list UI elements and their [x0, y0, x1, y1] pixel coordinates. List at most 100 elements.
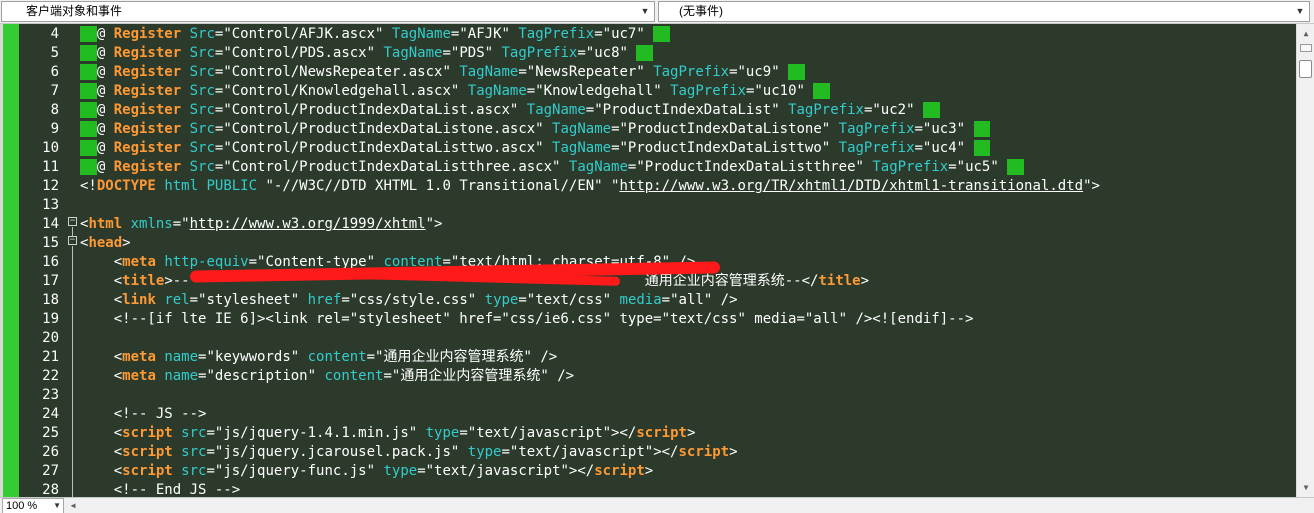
code-token: type: [425, 425, 460, 441]
code-token: =": [172, 216, 190, 232]
code-line[interactable]: <link rel="stylesheet" href="css/style.c…: [80, 291, 738, 310]
scroll-down-icon[interactable]: ▼: [1298, 479, 1314, 496]
code-token: %>: [1007, 159, 1025, 175]
line-number: 12: [42, 178, 59, 194]
code-line[interactable]: <%@ Register Src="Control/AFJK.ascx" Tag…: [80, 25, 671, 44]
client-objects-dropdown[interactable]: 客户端对象和事件 ▼: [1, 1, 655, 22]
code-token: Src: [189, 64, 215, 80]
code-token: <: [80, 463, 123, 479]
vertical-scrollbar[interactable]: ▲ ▼: [1296, 24, 1314, 497]
code-token: <!: [80, 178, 97, 194]
code-token: Src: [189, 121, 215, 137]
code-token: %>: [788, 64, 805, 80]
code-token: script: [678, 444, 730, 460]
code-line[interactable]: <script src="js/jquery-func.js" type="te…: [80, 462, 654, 481]
code-token: title: [818, 273, 861, 289]
code-token: @: [96, 64, 114, 80]
code-token: ="Control/ProductIndexDataListtwo.ascx": [214, 140, 553, 156]
scroll-left-icon[interactable]: ◀: [66, 499, 80, 513]
line-number: 5: [50, 45, 59, 61]
code-token: <: [80, 273, 123, 289]
code-token: script: [636, 425, 687, 441]
code-line[interactable]: <meta name="description" content="通用企业内容…: [80, 367, 574, 386]
code-token: ">: [1083, 178, 1100, 194]
code-token: Register: [113, 102, 182, 118]
scroll-thumb[interactable]: [1299, 60, 1312, 78]
code-token: ="ProductIndexDataListtwo": [611, 140, 839, 156]
code-line[interactable]: <!-- JS -->: [80, 405, 207, 424]
code-token: <: [80, 425, 123, 441]
code-token: %>: [813, 83, 831, 99]
scroll-up-icon[interactable]: ▲: [1298, 25, 1314, 42]
code-token: <: [80, 349, 123, 365]
code-token: rel: [164, 292, 190, 308]
zoom-level: 100 %: [6, 500, 38, 512]
code-token: name: [164, 368, 199, 384]
code-token: TagName: [526, 102, 586, 118]
code-editor[interactable]: 4 5 6 7 8 9 10 11 12 13 14 15 16 17 18 19 20 21 22 23 24 25 26…: [0, 24, 1296, 497]
code-token: <%: [80, 159, 97, 175]
chevron-down-icon[interactable]: ▼: [53, 499, 61, 513]
code-line[interactable]: <%@ Register Src="Control/NewsRepeater.a…: [80, 63, 805, 82]
line-number: 11: [42, 159, 59, 175]
code-line[interactable]: <%@ Register Src="Control/PDS.ascx" TagN…: [80, 44, 654, 63]
collapse-head-icon[interactable]: −: [68, 236, 77, 245]
code-token: content: [307, 349, 367, 365]
line-number: 26: [42, 444, 59, 460]
code-token: @: [96, 26, 114, 42]
code-line[interactable]: <head>: [80, 234, 131, 253]
splitter-handle[interactable]: [1300, 44, 1312, 52]
outlining-margin: − −: [63, 24, 77, 497]
line-number: 17: [42, 273, 59, 289]
code-line[interactable]: <script src="js/jquery.jcarousel.pack.js…: [80, 443, 738, 462]
events-dropdown[interactable]: (无事件) ▼: [658, 1, 1310, 22]
chevron-down-icon[interactable]: ▼: [636, 2, 654, 21]
code-token: %>: [636, 45, 654, 61]
line-number: 15: [42, 235, 59, 251]
code-token: ="Control/Knowledgehall.ascx": [214, 83, 468, 99]
line-number: 18: [42, 292, 59, 308]
line-number: 19: [42, 311, 59, 327]
code-line[interactable]: <!-- End JS -->: [80, 481, 240, 497]
code-token: %>: [653, 26, 671, 42]
code-token: @: [96, 140, 114, 156]
code-line[interactable]: <html xmlns="http://www.w3.org/1999/xhtm…: [80, 215, 442, 234]
zoom-dropdown[interactable]: 100 % ▼: [2, 498, 64, 513]
code-line[interactable]: <%@ Register Src="Control/ProductIndexDa…: [80, 120, 991, 139]
code-token: ="text/javascript"></: [417, 463, 595, 479]
code-line[interactable]: <script src="js/jquery-1.4.1.min.js" typ…: [80, 424, 696, 443]
code-token: ">: [425, 216, 443, 232]
code-token: TagPrefix: [501, 45, 578, 61]
code-line[interactable]: <%@ Register Src="Control/ProductIndexDa…: [80, 101, 940, 120]
code-token: src: [181, 444, 207, 460]
code-token: meta: [122, 254, 156, 270]
code-token: ="ProductIndexDataList": [585, 102, 789, 118]
code-token: <: [80, 292, 123, 308]
code-token: ="PDS": [442, 45, 502, 61]
code-token: >: [729, 444, 738, 460]
code-token: %>: [973, 140, 991, 156]
code-token: %>: [922, 102, 940, 118]
code-line[interactable]: <!DOCTYPE html PUBLIC "-//W3C//DTD XHTML…: [80, 177, 1100, 196]
code-token: ="ProductIndexDataListthree": [627, 159, 873, 175]
code-token: <%: [80, 64, 97, 80]
code-token: Src: [189, 102, 215, 118]
code-token: ="stylesheet": [189, 292, 308, 308]
code-token: <: [80, 254, 123, 270]
code-token: ="Control/AFJK.ascx": [214, 26, 392, 42]
code-line[interactable]: <%@ Register Src="Control/ProductIndexDa…: [80, 139, 991, 158]
code-line[interactable]: <%@ Register Src="Control/ProductIndexDa…: [80, 158, 1025, 177]
chevron-down-icon[interactable]: ▼: [1291, 2, 1309, 21]
code-line[interactable]: <%@ Register Src="Control/Knowledgehall.…: [80, 82, 831, 101]
code-token: <!-- End JS -->: [80, 482, 241, 497]
code-token: Register: [113, 64, 182, 80]
line-number: 13: [42, 197, 59, 213]
code-line[interactable]: <!--[if lte IE 6]><link rel="stylesheet"…: [80, 310, 974, 329]
code-line[interactable]: <meta name="keywwords" content="通用企业内容管理…: [80, 348, 558, 367]
code-token: Register: [113, 45, 182, 61]
collapse-html-icon[interactable]: −: [68, 217, 77, 226]
